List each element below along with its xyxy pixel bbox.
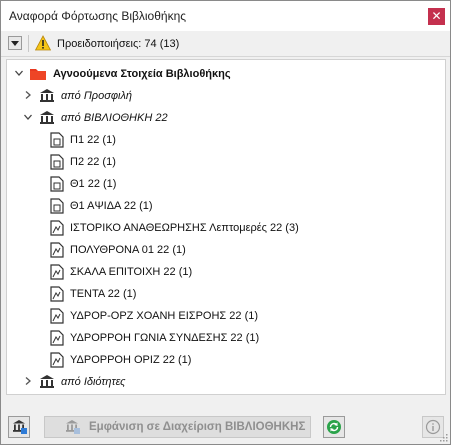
document-icon [50,132,64,148]
tree-item-label: ΣΚΑΛΑ ΕΠΙΤΟΙΧΗ 22 (1) [70,266,193,278]
document-icon [50,198,64,214]
tree-group-label: από ΒΙΒΛΙΟΘΗΚΗ 22 [61,112,168,124]
tree-item-label: Π2 22 (1) [70,156,116,168]
refresh-icon [327,420,341,434]
tree-item[interactable]: Θ1 ΑΨΙΔΑ 22 (1) [7,196,445,216]
chevron-right-icon[interactable] [23,90,33,100]
tree-item-label: ΥΔΡΟΡΡΟΗ ΟΡΙΖ 22 (1) [70,354,192,366]
library-icon [40,111,54,124]
tree-root-row[interactable]: Αγνοούμενα Στοιχεία Βιβλιοθήκης [7,64,445,84]
tree-item-label: Π1 22 (1) [70,134,116,146]
tree-group-row[interactable]: από Ιδιότητες [7,372,445,392]
show-in-library-manager-label: Εμφάνιση σε Διαχείριση ΒΙΒΛΙΟΘΗΚΗΣ [89,421,306,433]
tree-item[interactable]: Π1 22 (1) [7,130,445,150]
tree-item[interactable]: ΠΟΛΥΘΡΟΝΑ 01 22 (1) [7,240,445,260]
object-icon [50,220,64,236]
tree-root-label: Αγνοούμενα Στοιχεία Βιβλιοθήκης [53,68,231,80]
close-button[interactable]: ✕ [428,8,445,25]
tree-group-label: από Προσφιλή [61,90,132,102]
object-icon [50,352,64,368]
object-icon [50,264,64,280]
close-icon: ✕ [431,9,442,23]
tree-item[interactable]: Θ1 22 (1) [7,174,445,194]
tree-item[interactable]: ΤΕΝΤΑ 22 (1) [7,284,445,304]
document-icon [50,154,64,170]
tree-item[interactable]: Π2 22 (1) [7,152,445,172]
chevron-right-icon[interactable] [23,376,33,386]
tree-group-label: από Ιδιότητες [61,376,126,388]
library-icon [40,89,54,102]
tree-item[interactable]: ΥΔΡΟΡΡΟΗ ΓΩΝΙΑ ΣΥΝΔΕΣΗΣ 22 (1) [7,328,445,348]
tree-item-label: Θ1 22 (1) [70,178,117,190]
tree-item-label: ΤΕΝΤΑ 22 (1) [70,288,137,300]
library-icon [66,420,80,434]
title-bar: Αναφορά Φόρτωσης Βιβλιοθήκης ✕ [1,1,450,31]
chevron-down-icon[interactable] [23,112,33,122]
tree-item[interactable]: ΥΔΡΟΡΡΟΗ ΟΡΙΖ 22 (1) [7,350,445,370]
tree-item[interactable]: ΥΔΡΟΡ-ΟΡΖ ΧΟΑΝΗ ΕΙΣΡΟΗΣ 22 (1) [7,306,445,326]
warning-icon [35,35,51,51]
folder-icon [30,69,46,80]
tree-item[interactable]: ΙΣΤΟΡΙΚΟ ΑΝΑΘΕΩΡΗΣΗΣ Λεπτομερές 22 (3) [7,218,445,238]
info-icon [425,419,441,435]
library-manager-button[interactable] [8,416,30,438]
reload-button[interactable] [323,416,345,438]
bottom-bar: Εμφάνιση σε Διαχείριση ΒΙΒΛΙΟΘΗΚΗΣ [1,407,450,444]
tree-group-row[interactable]: από Προσφιλή [7,86,445,106]
library-icon [40,375,54,388]
collapse-all-button[interactable] [8,36,22,50]
window-title: Αναφορά Φόρτωσης Βιβλιοθήκης [9,9,187,23]
tree-item-label: ΥΔΡΟΡ-ΟΡΖ ΧΟΑΝΗ ΕΙΣΡΟΗΣ 22 (1) [70,310,259,322]
object-icon [50,242,64,258]
tree-item-label: ΠΟΛΥΘΡΟΝΑ 01 22 (1) [70,244,186,256]
tree-group-row[interactable]: από ΒΙΒΛΙΟΘΗΚΗ 22 [7,108,445,128]
library-loading-report-window: Αναφορά Φόρτωσης Βιβλιοθήκης ✕ Προειδοπο… [0,0,451,445]
tree-item-label: Θ1 ΑΨΙΔΑ 22 (1) [70,200,153,212]
object-icon [50,286,64,302]
tree-item-label: ΥΔΡΟΡΡΟΗ ΓΩΝΙΑ ΣΥΝΔΕΣΗΣ 22 (1) [70,332,260,344]
object-icon [50,330,64,346]
tree-item-label: ΙΣΤΟΡΙΚΟ ΑΝΑΘΕΩΡΗΣΗΣ Λεπτομερές 22 (3) [70,222,299,234]
tree-item[interactable]: ΣΚΑΛΑ ΕΠΙΤΟΙΧΗ 22 (1) [7,262,445,282]
chevron-down-icon[interactable] [14,68,24,78]
report-tree[interactable]: Αγνοούμενα Στοιχεία Βιβλιοθήκης από Προσ… [6,59,446,395]
object-icon [50,308,64,324]
show-in-library-manager-button[interactable]: Εμφάνιση σε Διαχείριση ΒΙΒΛΙΟΘΗΚΗΣ [44,416,311,438]
toolbar-divider [28,35,29,52]
warnings-count: Προειδοποιήσεις: 74 (13) [57,38,180,50]
document-icon [50,176,64,192]
library-icon [13,420,27,434]
resize-grip-icon[interactable] [440,434,448,442]
toolbar: Προειδοποιήσεις: 74 (13) [1,31,450,57]
